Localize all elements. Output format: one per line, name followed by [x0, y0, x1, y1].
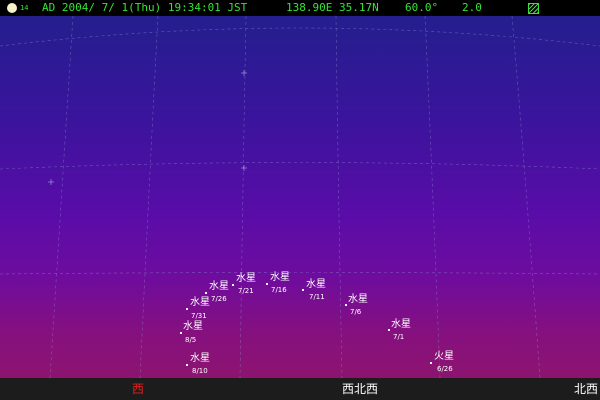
grid-line — [49, 16, 74, 378]
planet-name: 水星 — [190, 353, 210, 364]
planet-name: 水星 — [183, 321, 203, 332]
grid-line — [335, 16, 343, 378]
planetarium-view: 14 AD 2004/ 7/ 1(Thu) 19:34:01 JST 138.9… — [0, 0, 600, 400]
mercury-dot — [186, 364, 188, 366]
location-display[interactable]: 138.90E 35.17N — [286, 0, 379, 16]
mercury-dot — [186, 308, 188, 310]
sky-view[interactable]: 水星 7/1 水星 7/6 水星 7/11 水星 7/16 水星 7/21 水星… — [0, 16, 600, 378]
direction-bar: 西 西北西 北西 — [0, 378, 600, 400]
magnitude-limit-display[interactable]: 2.0 — [462, 0, 482, 16]
coordinate-grid — [0, 16, 600, 378]
planet-name: 水星 — [190, 297, 210, 308]
mercury-dot — [180, 332, 182, 334]
direction-west-label[interactable]: 西 — [132, 378, 144, 400]
planet-date: 7/1 — [393, 333, 405, 341]
planet-name: 火星 — [434, 351, 454, 362]
field-of-view-display[interactable]: 60.0° — [405, 0, 438, 16]
mars-marker-6-26[interactable]: 火星 6/26 — [430, 351, 490, 378]
planet-name: 水星 — [209, 281, 229, 292]
planet-date: 6/26 — [437, 365, 453, 373]
grid-line — [511, 16, 541, 378]
direction-wnw-label[interactable]: 西北西 — [342, 378, 378, 400]
direction-nw-label[interactable]: 北西 — [574, 378, 598, 400]
planet-date: 7/31 — [191, 312, 207, 320]
moon-age: 14 — [20, 4, 29, 12]
grid-line — [0, 162, 600, 170]
moon-icon[interactable] — [7, 3, 17, 13]
mercury-marker-8-10[interactable]: 水星 8/10 — [186, 353, 246, 378]
grid-line — [0, 27, 600, 47]
planet-date: 8/10 — [192, 367, 208, 375]
status-bar: 14 AD 2004/ 7/ 1(Thu) 19:34:01 JST 138.9… — [0, 0, 600, 16]
planet-date: 8/5 — [185, 336, 197, 344]
mercury-dot — [205, 292, 207, 294]
hatched-square-icon[interactable] — [528, 3, 539, 14]
mars-dot — [430, 362, 432, 364]
grid-line — [139, 16, 159, 378]
grid-tick-marks — [48, 70, 247, 185]
datetime-display[interactable]: AD 2004/ 7/ 1(Thu) 19:34:01 JST — [42, 0, 247, 16]
